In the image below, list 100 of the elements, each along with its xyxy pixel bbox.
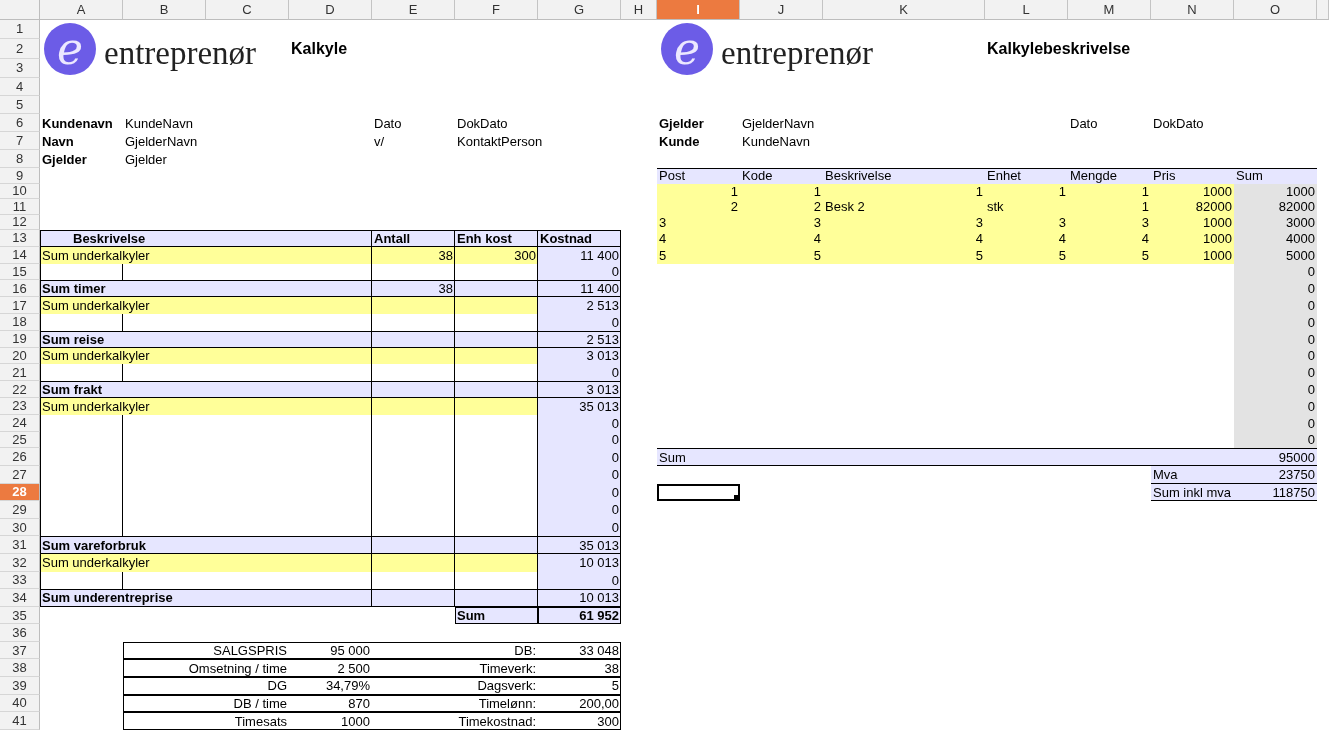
row-header[interactable]: 31 <box>0 536 40 554</box>
cell-cursor[interactable] <box>657 483 740 502</box>
row-header[interactable]: 38 <box>0 659 40 678</box>
cell-text: 0 <box>611 467 619 483</box>
column-header[interactable]: K <box>823 0 985 20</box>
cell-text: Enhet <box>987 168 1021 184</box>
row-header[interactable]: 7 <box>0 132 40 150</box>
column-header[interactable]: H <box>621 0 657 20</box>
cell-text: 0 <box>611 365 619 381</box>
column-header[interactable]: E <box>372 0 455 20</box>
row-header[interactable]: 41 <box>0 712 40 730</box>
cell-text: 0 <box>1307 298 1315 314</box>
cell-text: 38 <box>438 281 453 297</box>
cell-text: 200,00 <box>579 695 619 711</box>
cell-text: 0 <box>611 415 619 431</box>
cell-text: 4 <box>813 230 821 246</box>
cell-text: 3 013 <box>586 382 619 398</box>
row-header[interactable]: 8 <box>0 150 40 168</box>
cell-text: 33 048 <box>579 643 619 659</box>
cell-text: Sum vareforbruk <box>42 537 147 553</box>
column-header[interactable]: M <box>1068 0 1151 20</box>
row-header[interactable]: 1 <box>0 19 40 39</box>
cell-text: 3 <box>813 214 821 230</box>
cell-text: 35 013 <box>579 537 619 553</box>
cell-text: 0 <box>611 432 619 448</box>
cell-text: Mva <box>1153 467 1178 483</box>
cell-text: Dagsverk: <box>477 678 536 694</box>
cell-text: 10 013 <box>579 590 619 606</box>
row-header[interactable]: 6 <box>0 114 40 132</box>
cell-text: 0 <box>1307 281 1315 297</box>
row-header[interactable]: 22 <box>0 381 40 398</box>
column-header[interactable]: J <box>740 0 823 20</box>
row-header[interactable]: 5 <box>0 96 40 114</box>
row-header[interactable]: 2 <box>0 39 40 59</box>
cell-text: 5 <box>1141 247 1149 263</box>
row-header[interactable]: 39 <box>0 677 40 695</box>
cell-text: Sum inkl mva <box>1153 484 1232 500</box>
row-header[interactable]: 21 <box>0 364 40 382</box>
cell-text: 0 <box>1307 398 1315 414</box>
cell-text: Timekostnad: <box>458 713 536 729</box>
column-header[interactable]: G <box>538 0 621 20</box>
cell-text: Beskrivelse <box>825 168 892 184</box>
cell-text: 1 <box>1141 183 1149 199</box>
column-header[interactable]: A <box>40 0 123 20</box>
cell-text: Sum underentreprise <box>42 590 173 606</box>
cell-text: 300 <box>597 713 619 729</box>
cell-text: 3 <box>1141 214 1149 230</box>
cell-text: 11 400 <box>580 281 619 297</box>
cell-text: Besk 2 <box>825 199 865 215</box>
cell-text: 118750 <box>1272 484 1315 500</box>
row-header[interactable]: 34 <box>0 589 40 607</box>
select-all-corner[interactable] <box>0 0 40 20</box>
cell-text: 34,79% <box>325 678 370 694</box>
row-header[interactable]: 26 <box>0 448 40 466</box>
cell-text: 0 <box>611 264 619 280</box>
cell-text: 11 400 <box>580 247 619 263</box>
cell-text: 0 <box>611 520 619 536</box>
cell-text: DokDato <box>457 115 508 131</box>
cell-text: 1 <box>1058 183 1066 199</box>
row-header[interactable]: 36 <box>0 624 40 642</box>
cell-text: 82000 <box>1278 199 1315 215</box>
cell-text: Dato <box>1070 115 1098 131</box>
column-header[interactable]: D <box>289 0 372 20</box>
column-header[interactable]: N <box>1151 0 1234 20</box>
row-header[interactable]: 29 <box>0 501 40 519</box>
column-header[interactable]: C <box>206 0 289 20</box>
cell-text: 1000 <box>1203 214 1232 230</box>
cell-text: Sum frakt <box>42 382 102 398</box>
row-header[interactable]: 11 <box>0 199 40 215</box>
row-header[interactable]: 3 <box>0 58 40 78</box>
cell-text: 2 500 <box>337 660 370 676</box>
cell-text: 10 013 <box>579 555 619 571</box>
row-header[interactable]: 9 <box>0 168 40 184</box>
cell-text: DokDato <box>1153 115 1204 131</box>
cell-text: 5 <box>975 247 983 263</box>
cell-text: Kode <box>742 168 773 184</box>
column-header[interactable]: B <box>123 0 206 20</box>
cell-text: 3000 <box>1286 214 1315 230</box>
cell-text: Gjelder <box>659 115 704 131</box>
cell-text: 38 <box>438 247 453 263</box>
cell-text: 3 <box>975 214 983 230</box>
row-header[interactable]: 13 <box>0 230 40 247</box>
cell-text: Beskrivelse <box>73 230 146 246</box>
column-header[interactable]: L <box>985 0 1068 20</box>
cell-text: Gjelder <box>125 151 167 167</box>
cell-text: Timesats <box>234 713 287 729</box>
cell-text: 5 <box>813 247 821 263</box>
column-header[interactable]: O <box>1234 0 1317 20</box>
column-header[interactable] <box>1317 0 1329 20</box>
row-header[interactable]: 4 <box>0 78 40 96</box>
cell-text: 0 <box>611 484 619 500</box>
row-header[interactable]: 17 <box>0 297 40 314</box>
cell-text: Antall <box>374 230 411 246</box>
column-header[interactable]: F <box>455 0 538 20</box>
cell-text: DB: <box>514 643 536 659</box>
cell-text: 5 <box>611 678 619 694</box>
cell-text: Gjelder <box>42 151 87 167</box>
row-header[interactable]: 16 <box>0 280 40 298</box>
cell-text: Timeverk: <box>479 660 536 676</box>
cell-text: 35 013 <box>579 398 619 414</box>
